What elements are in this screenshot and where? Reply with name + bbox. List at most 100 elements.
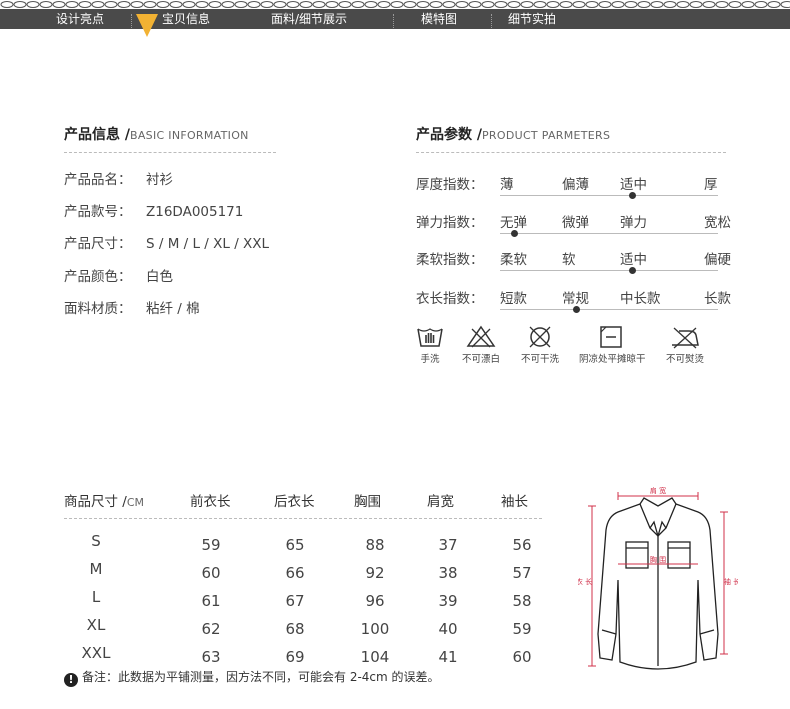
chain-link: [416, 1, 430, 8]
chain-link: [325, 1, 339, 8]
param-option: 弹力: [620, 215, 647, 231]
param-row: 衣长指数： 短款 常规 中长款 长款: [416, 287, 736, 313]
care-label: 不可漂白: [461, 354, 500, 365]
chain-link: [143, 1, 157, 8]
table-cell: 96: [365, 592, 385, 610]
params-title: 产品参数 /PRODUCT PARMETERS: [416, 124, 610, 144]
chain-link: [676, 1, 690, 8]
chain-link: [663, 1, 677, 8]
chain-link: [715, 1, 729, 8]
warning-icon: !: [64, 673, 78, 687]
param-label: 衣长指数：: [416, 291, 484, 307]
table-cell: 69: [285, 648, 305, 666]
chain-link: [585, 1, 599, 8]
shirt-outline: [597, 497, 719, 670]
chain-link: [702, 1, 716, 8]
info-row: 面料材质： 粘纤 / 棉: [64, 297, 200, 317]
info-row: 产品款号： Z16DA005171: [64, 200, 243, 220]
table-cell: 68: [285, 620, 305, 638]
chain-link: [390, 1, 404, 8]
table-cell: 59: [512, 620, 532, 638]
param-option: 长款: [704, 291, 731, 307]
chain-link: [572, 1, 586, 8]
chain-link: [273, 1, 287, 8]
table-cell: 59: [201, 536, 221, 554]
column-header: 前衣长: [190, 494, 231, 510]
chain-link: [195, 1, 209, 8]
sleeve-label: 袖 长: [724, 577, 738, 586]
table-cell: 58: [512, 592, 532, 610]
divider: [64, 518, 542, 519]
basic-info-title: 产品信息 /BASIC INFORMATION: [64, 124, 249, 144]
care-label: 阴凉处平摊晾干: [579, 354, 646, 365]
chain-link: [26, 1, 40, 8]
size-table-label: 商品尺寸 /: [64, 494, 127, 510]
param-label: 柔软指数：: [416, 252, 484, 268]
info-value: 粘纤 / 棉: [146, 301, 200, 317]
table-cell: 38: [438, 564, 458, 582]
param-option: 微弹: [562, 215, 589, 231]
param-row: 弹力指数： 无弹 微弹 弹力 宽松: [416, 211, 736, 237]
param-track: [500, 233, 718, 234]
chain-link: [650, 1, 664, 8]
care-item: 不可熨烫: [655, 325, 715, 365]
info-value: 衬衫: [146, 172, 173, 188]
param-option: 常规: [562, 291, 589, 307]
nav-divider: [131, 14, 132, 28]
chain-link: [624, 1, 638, 8]
chain-link: [247, 1, 261, 8]
size-label: L: [91, 588, 101, 606]
care-item: 不可漂白: [451, 325, 511, 365]
chain-link: [312, 1, 326, 8]
nav-item-design-highlights[interactable]: 设计亮点: [56, 9, 104, 29]
chain-link: [780, 1, 790, 8]
chain-link: [559, 1, 573, 8]
chain-link: [598, 1, 612, 8]
param-option: 适中: [620, 252, 647, 268]
no-bleach-icon: [466, 325, 496, 348]
nav-item-model-photos[interactable]: 模特图: [421, 9, 457, 29]
nav-item-fabric-details[interactable]: 面料/细节展示: [271, 9, 347, 29]
chain-link: [741, 1, 755, 8]
chain-link: [169, 1, 183, 8]
table-cell: 67: [285, 592, 305, 610]
nav-item-product-info[interactable]: 宝贝信息: [162, 9, 210, 29]
chain-link: [182, 1, 196, 8]
chain-link: [52, 1, 66, 8]
param-option: 软: [562, 252, 576, 268]
basic-info-title-en: BASIC INFORMATION: [130, 129, 249, 142]
param-option: 中长款: [620, 291, 661, 307]
chain-link: [364, 1, 378, 8]
info-value: S / M / L / XL / XXL: [146, 236, 270, 252]
shoulder-width-label: 肩 宽: [650, 486, 666, 495]
chain-link: [377, 1, 391, 8]
size-table-unit: CM: [126, 496, 145, 509]
param-option: 柔软: [500, 252, 527, 268]
table-cell: 60: [512, 648, 532, 666]
shade-flat-dry-icon: [600, 326, 622, 348]
nav-item-detail-photos[interactable]: 细节实拍: [508, 9, 556, 29]
note-text: 备注：此数据为平铺测量，因方法不同，可能会有 2-4cm 的误差。: [82, 670, 440, 684]
param-option: 宽松: [704, 215, 731, 231]
chain-link: [455, 1, 469, 8]
chain-link: [221, 1, 235, 8]
chain-link: [104, 1, 118, 8]
param-option: 偏薄: [562, 177, 589, 193]
param-indicator: [629, 267, 636, 274]
param-label: 弹力指数：: [416, 215, 484, 231]
param-option: 偏硬: [704, 252, 731, 268]
chain-link: [728, 1, 742, 8]
info-row: 产品品名： 衬衫: [64, 168, 173, 188]
info-row: 产品颜色： 白色: [64, 265, 173, 285]
chain-link: [403, 1, 417, 8]
table-cell: 37: [438, 536, 458, 554]
active-nav-indicator: [136, 14, 158, 37]
chain-link: [494, 1, 508, 8]
chain-link: [754, 1, 768, 8]
info-label: 产品颜色：: [64, 269, 132, 285]
chain-link: [299, 1, 313, 8]
info-row: 产品尺寸： S / M / L / XL / XXL: [64, 232, 269, 252]
chain-link: [260, 1, 274, 8]
table-cell: 57: [512, 564, 532, 582]
table-cell: 104: [360, 648, 390, 666]
